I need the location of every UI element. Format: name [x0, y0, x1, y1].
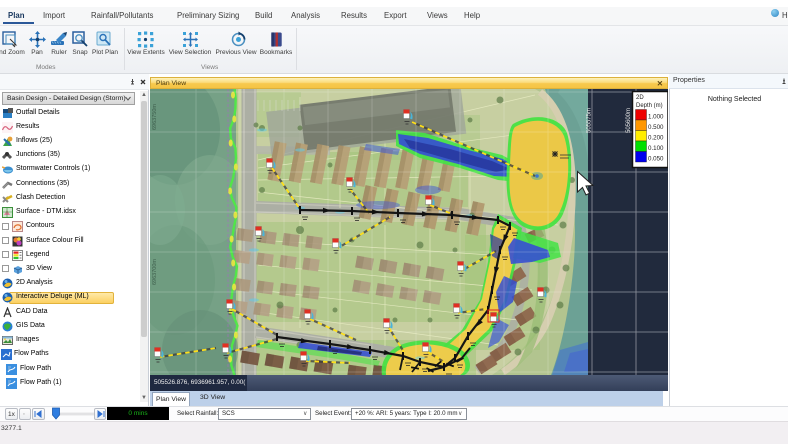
svg-text:0.100: 0.100 [648, 145, 664, 152]
svg-text:0.050: 0.050 [648, 156, 664, 163]
svg-text:1.000: 1.000 [648, 114, 664, 121]
svg-text:505600m: 505600m [626, 108, 632, 133]
svg-text:6963700m: 6963700m [152, 259, 158, 285]
svg-text:6963750m: 6963750m [152, 104, 158, 130]
svg-text:2D: 2D [636, 95, 644, 101]
svg-text:0.500: 0.500 [648, 124, 664, 131]
svg-text:0.200: 0.200 [648, 135, 664, 142]
svg-text:Depth (m): Depth (m) [636, 103, 663, 109]
svg-text:505575m: 505575m [587, 108, 593, 133]
